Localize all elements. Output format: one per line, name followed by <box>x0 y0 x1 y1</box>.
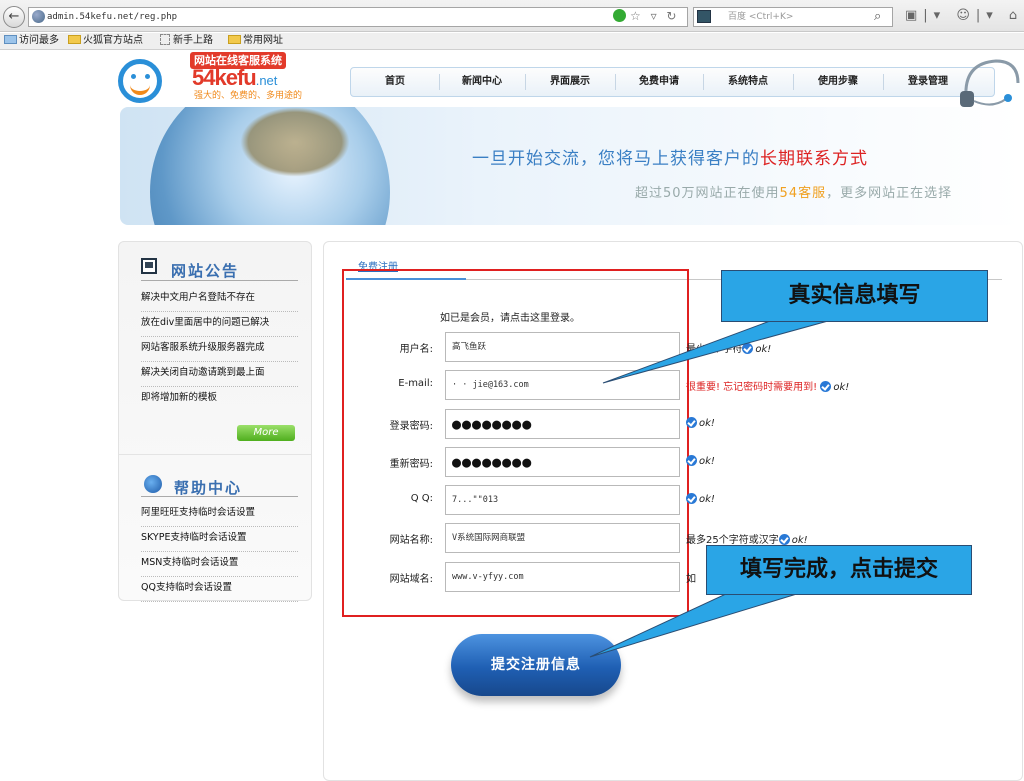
site-name-label: 网站名称: <box>389 535 433 546</box>
notice-title: 网站公告 <box>171 262 240 280</box>
help-link[interactable]: 阿里旺旺支持临时会话设置 <box>141 502 298 527</box>
check-icon <box>686 417 697 428</box>
toolbar-icons[interactable]: ▣|▾ ☺|▾ ⌂ <box>905 8 1023 23</box>
site-name-hint: 最多25个字符或汉字 ok! <box>686 534 808 546</box>
check-icon <box>686 455 697 466</box>
help-link[interactable]: QQ支持临时会话设置 <box>141 577 298 602</box>
back-button[interactable]: ← <box>3 6 25 28</box>
check-icon <box>820 381 832 392</box>
domain-hint: 如 <box>686 574 696 585</box>
bookmark-common-urls[interactable]: 常用网址 <box>228 33 283 49</box>
nav-free-apply[interactable]: 免费申请 <box>615 68 703 96</box>
site-identity-icon[interactable] <box>32 10 45 23</box>
divider <box>119 454 311 455</box>
headset-icon <box>960 59 1020 107</box>
check-icon <box>778 534 790 545</box>
page-icon <box>160 34 170 45</box>
star-icon[interactable]: ☆ ▿ ↻ <box>630 9 679 23</box>
banner-headline: 一旦开始交流，您将马上获得客户的长期联系方式 <box>472 149 868 169</box>
email-hint: 很重要! 忘记密码时需要用到! ok! <box>686 381 850 393</box>
sidebar: 网站公告 解决中文用户名登陆不存在 放在div里面居中的问题已解决 网站客服系统… <box>118 241 312 602</box>
smiley-logo-icon <box>118 59 162 103</box>
browser-toolbar: ← admin.54kefu.net/reg.php ☆ ▿ ↻ 百度 <Ctr… <box>0 0 1024 32</box>
callout-fill-info: 真实信息填写 <box>721 270 988 322</box>
globe-illustration <box>150 107 390 225</box>
bookmark-icon <box>4 35 17 44</box>
folder-icon <box>228 35 241 44</box>
password-hint: ok! <box>686 417 715 429</box>
bookmark-firefox-site[interactable]: 火狐官方站点 <box>68 33 143 49</box>
hero-banner: 一旦开始交流，您将马上获得客户的长期联系方式 超过50万网站正在使用54客服，更… <box>120 107 1022 225</box>
username-label: 用户名: <box>399 344 433 355</box>
username-hint: 最少4个字符 ok! <box>686 343 772 355</box>
qq-field[interactable]: 7...""013 <box>445 485 680 515</box>
banner-subline: 超过50万网站正在使用54客服，更多网站正在选择 <box>635 186 953 201</box>
notice-link[interactable]: 解决关闭自动邀请跳到最上面 <box>141 362 298 387</box>
confirm-password-label: 重新密码: <box>389 459 433 470</box>
confirm-password-hint: ok! <box>686 455 715 467</box>
help-title: 帮助中心 <box>174 479 243 497</box>
bookmark-most-visited[interactable]: 访问最多 <box>4 33 59 49</box>
password-field[interactable]: ●●●●●●●● <box>445 409 680 439</box>
more-button[interactable]: More <box>237 425 295 441</box>
email-label: E-mail: <box>398 378 433 389</box>
main-nav: 首页 新闻中心 界面展示 免费申请 系统特点 使用步骤 登录管理 <box>350 67 995 97</box>
help-link[interactable]: MSN支持临时会话设置 <box>141 552 298 577</box>
check-icon <box>686 493 697 504</box>
bookmark-getting-started[interactable]: 新手上路 <box>160 33 213 49</box>
nav-interface[interactable]: 界面展示 <box>525 68 615 96</box>
search-icon[interactable]: ⌕ <box>874 9 881 24</box>
notice-link[interactable]: 网站客服系统升级服务器完成 <box>141 337 298 362</box>
username-field[interactable]: 高飞鱼跃 <box>445 332 680 362</box>
search-input[interactable]: 百度 <Ctrl+K> <box>693 7 893 27</box>
help-link[interactable]: SKYPE支持临时会话设置 <box>141 527 298 552</box>
domain-label: 网站域名: <box>389 574 433 585</box>
qq-label: Q Q: <box>410 493 433 504</box>
email-field[interactable]: · · jie@163.com <box>445 370 680 400</box>
bookmarks-toolbar: 访问最多 火狐官方站点 新手上路 常用网址 <box>0 33 1024 50</box>
qq-hint: ok! <box>686 493 715 505</box>
divider <box>141 496 298 497</box>
notice-board-icon <box>141 258 157 274</box>
address-bar[interactable]: admin.54kefu.net/reg.php <box>28 7 688 27</box>
submit-button[interactable]: 提交注册信息 <box>451 634 621 696</box>
go-icon[interactable] <box>613 9 626 22</box>
nav-steps[interactable]: 使用步骤 <box>793 68 883 96</box>
nav-features[interactable]: 系统特点 <box>703 68 793 96</box>
nav-news[interactable]: 新闻中心 <box>439 68 525 96</box>
site-name-field[interactable]: V系统国际网商联盟 <box>445 523 680 553</box>
notice-link[interactable]: 解决中文用户名登陆不存在 <box>141 287 298 312</box>
notice-link[interactable]: 即将增加新的模板 <box>141 387 298 412</box>
help-icon <box>144 475 162 493</box>
notice-link[interactable]: 放在div里面居中的问题已解决 <box>141 312 298 337</box>
login-link[interactable]: 如已是会员，请点击这里登录。 <box>440 309 580 324</box>
divider <box>141 280 298 281</box>
check-icon <box>742 343 754 354</box>
confirm-password-field[interactable]: ●●●●●●●● <box>445 447 680 477</box>
callout-submit: 填写完成，点击提交 <box>706 545 972 595</box>
logo-slogan: 强大的、免费的、多用途的 <box>194 91 303 101</box>
domain-field[interactable]: www.v-yfyy.com <box>445 562 680 592</box>
password-label: 登录密码: <box>389 421 433 432</box>
nav-home[interactable]: 首页 <box>351 68 439 96</box>
search-engine-icon[interactable] <box>697 10 711 23</box>
site-logo[interactable]: 网站在线客服系统 54kefu.net 强大的、免费的、多用途的 <box>118 51 338 103</box>
folder-icon <box>68 35 81 44</box>
